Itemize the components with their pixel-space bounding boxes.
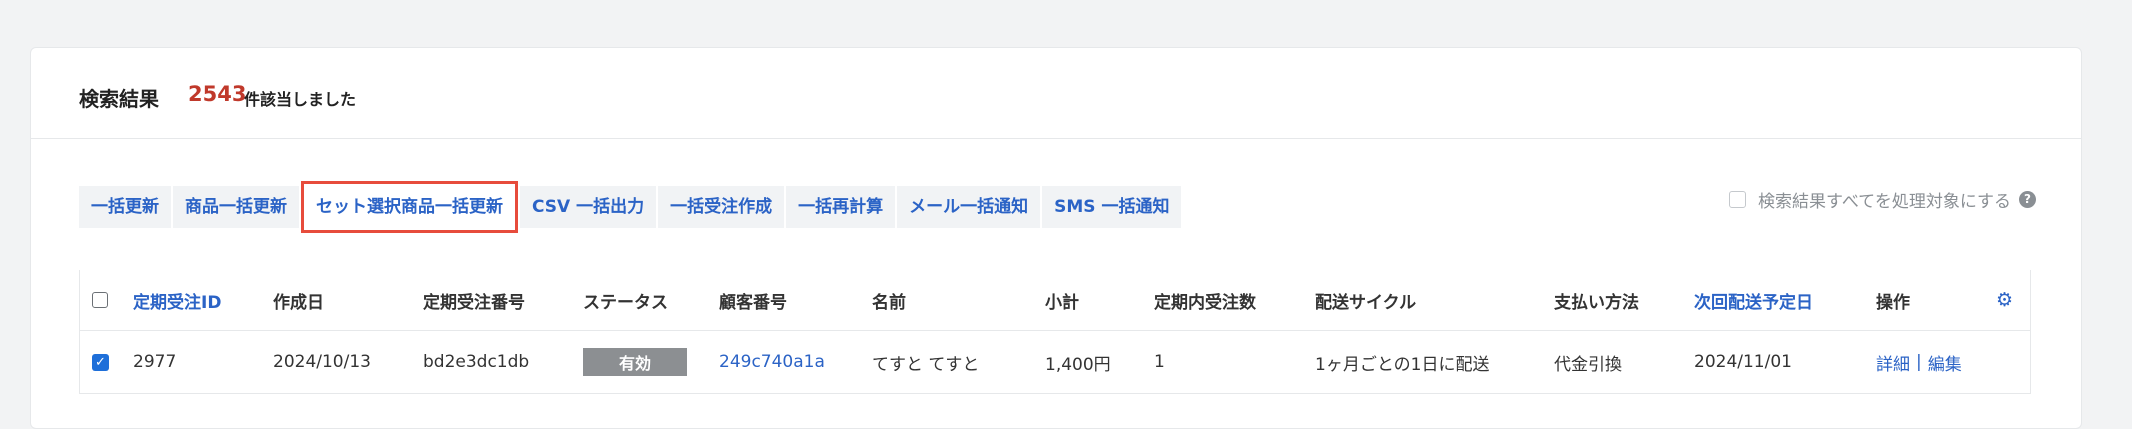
header-checkbox-cell xyxy=(92,270,108,330)
col-order-count: 定期内受注数 xyxy=(1154,292,1256,313)
bulk-recalculate-button[interactable]: 一括再計算 xyxy=(786,186,896,228)
orders-table: 定期受注ID 作成日 定期受注番号 ステータス 顧客番号 名前 小計 定期内受注… xyxy=(79,270,2031,394)
cell-subtotal: 1,400円 xyxy=(1045,354,1111,375)
cell-id: 2977 xyxy=(133,352,177,372)
table-header-row: 定期受注ID 作成日 定期受注番号 ステータス 顧客番号 名前 小計 定期内受注… xyxy=(80,270,2030,331)
row-checkbox-cell: ✓ xyxy=(92,331,109,393)
bulk-product-update-button[interactable]: 商品一括更新 xyxy=(173,186,299,228)
table-row: ✓ 2977 2024/10/13 bd2e3dc1db 有効 249c740a… xyxy=(80,331,2030,394)
cell-order-no: bd2e3dc1db xyxy=(423,352,530,372)
detail-link[interactable]: 詳細 xyxy=(1876,350,1910,375)
select-all-checkbox[interactable] xyxy=(1729,191,1747,208)
cell-order-count: 1 xyxy=(1154,352,1165,372)
cell-payment: 代金引換 xyxy=(1554,354,1622,375)
col-created: 作成日 xyxy=(273,292,324,313)
select-all-label: 検索結果すべてを処理対象にする xyxy=(1758,192,2011,212)
status-badge: 有効 xyxy=(583,348,687,376)
card-header: 検索結果 2543 件該当しました xyxy=(31,48,2081,139)
cell-actions: 詳細 | 編集 xyxy=(1876,331,1962,393)
results-suffix: 件該当しました xyxy=(244,90,357,109)
col-order-no: 定期受注番号 xyxy=(423,292,525,313)
col-name: 名前 xyxy=(872,292,906,313)
edit-link[interactable]: 編集 xyxy=(1928,350,1962,375)
cell-name: てすと てすと xyxy=(872,354,980,375)
row-checkbox[interactable]: ✓ xyxy=(92,353,109,371)
search-results-card: 検索結果 2543 件該当しました 一括更新 商品一括更新 セット選択商品一括更… xyxy=(30,47,2082,429)
results-count: 2543 xyxy=(188,82,247,106)
select-all-results: 検索結果すべてを処理対象にする ? xyxy=(1729,187,2036,212)
col-subtotal: 小計 xyxy=(1045,292,1079,313)
col-subscription-id[interactable]: 定期受注ID xyxy=(133,270,221,330)
col-payment: 支払い方法 xyxy=(1554,292,1639,313)
bulk-mail-notify-button[interactable]: メール一括通知 xyxy=(897,186,1041,228)
bulk-order-create-button[interactable]: 一括受注作成 xyxy=(658,186,785,228)
action-separator: | xyxy=(1916,352,1922,372)
cell-delivery-cycle: 1ヶ月ごとの1日に配送 xyxy=(1315,354,1490,375)
col-next-delivery[interactable]: 次回配送予定日 xyxy=(1694,270,1813,330)
cell-customer-no-link[interactable]: 249c740a1a xyxy=(719,331,825,393)
col-actions: 操作 xyxy=(1876,292,1910,313)
header-select-checkbox[interactable] xyxy=(92,292,108,308)
col-delivery-cycle: 配送サイクル xyxy=(1315,292,1417,313)
set-product-bulk-update-button[interactable]: セット選択商品一括更新 xyxy=(301,181,518,233)
cell-created: 2024/10/13 xyxy=(273,352,371,372)
csv-export-button[interactable]: CSV 一括出力 xyxy=(520,186,657,228)
col-customer-no: 顧客番号 xyxy=(719,292,787,313)
gear-icon[interactable]: ⚙ xyxy=(1996,270,2013,330)
col-status: ステータス xyxy=(583,292,668,313)
bulk-sms-notify-button[interactable]: SMS 一括通知 xyxy=(1042,186,1182,228)
bulk-update-button[interactable]: 一括更新 xyxy=(79,186,171,228)
bulk-action-toolbar: 一括更新 商品一括更新 セット選択商品一括更新 CSV 一括出力 一括受注作成 … xyxy=(79,181,1183,233)
cell-status: 有効 xyxy=(583,331,687,393)
cell-next-delivery: 2024/11/01 xyxy=(1694,352,1792,372)
help-icon[interactable]: ? xyxy=(2019,191,2036,208)
results-title: 検索結果 xyxy=(79,87,159,111)
